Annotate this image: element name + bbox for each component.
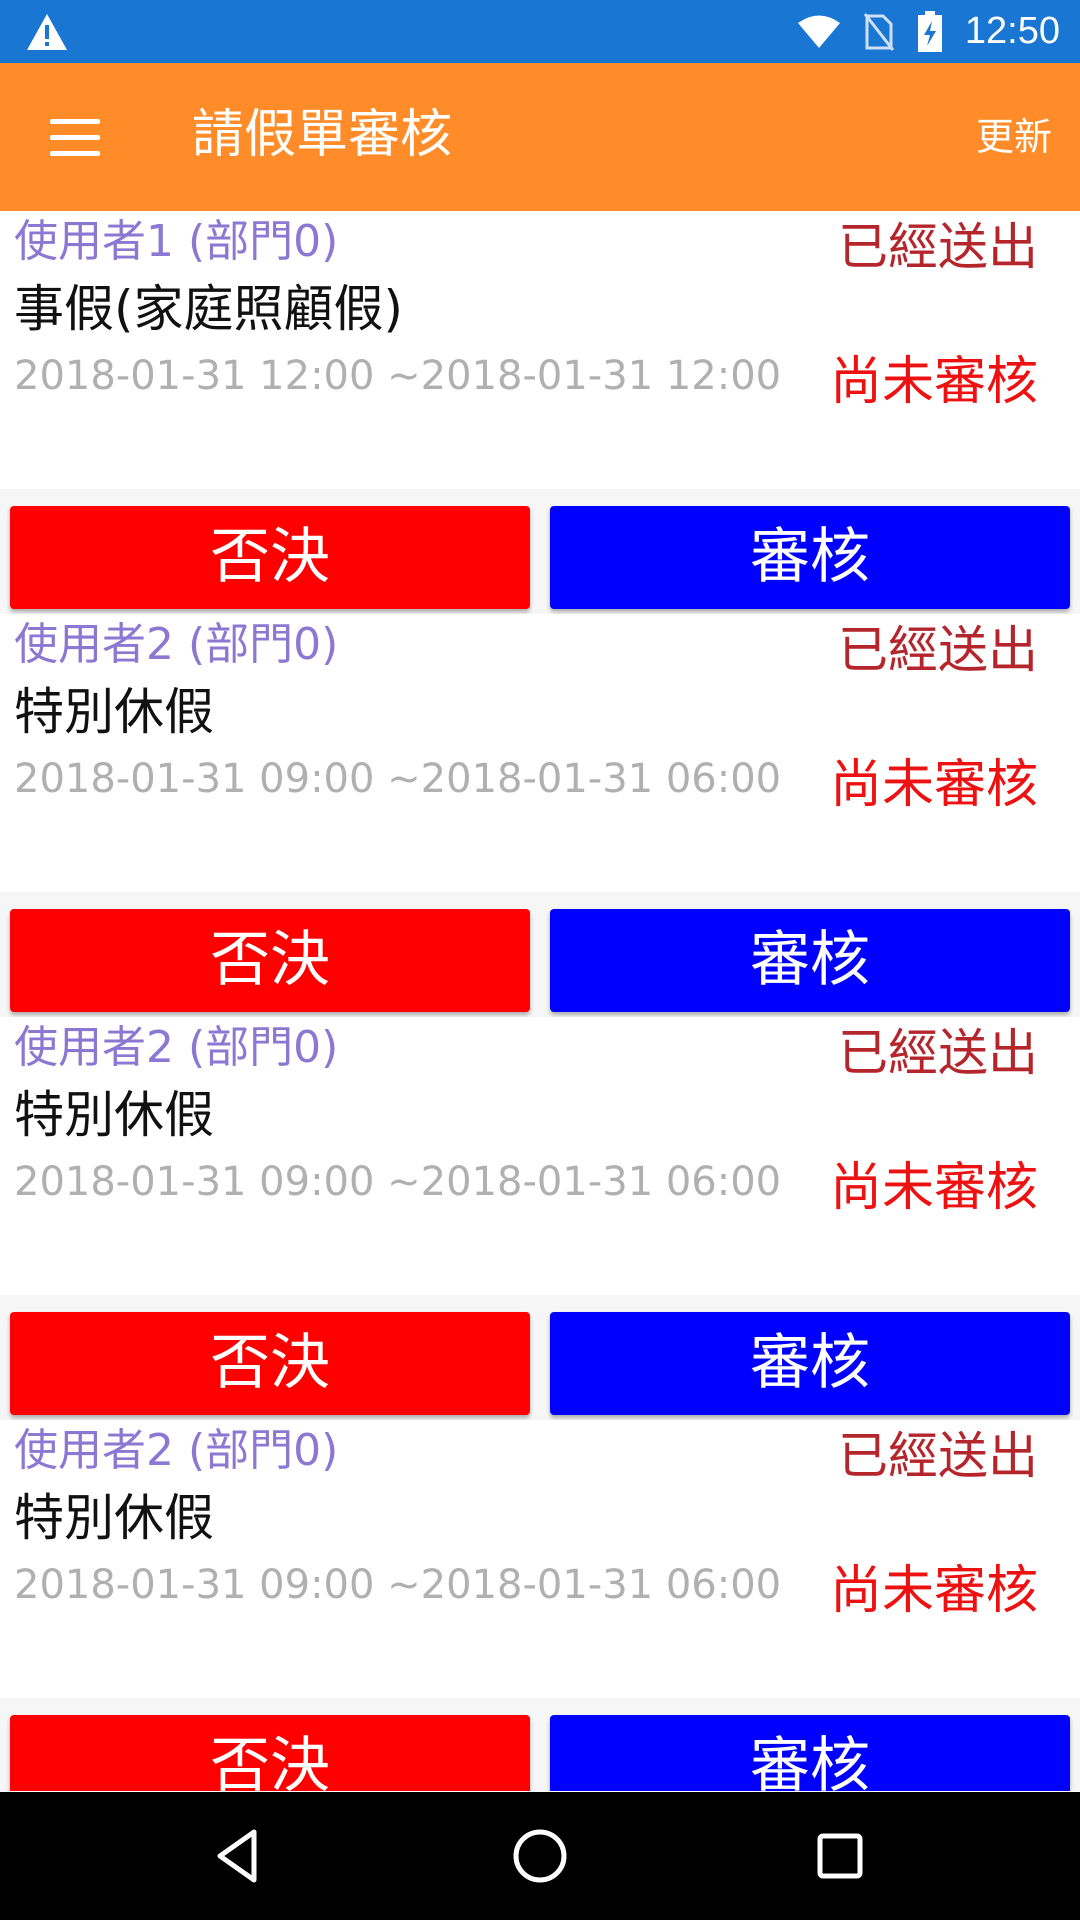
sent-status: 已經送出 <box>838 1024 1038 1082</box>
applicant-name: 使用者2 (部門0) <box>14 619 339 670</box>
date-range: 2018-01-31 09:00 ~2018-01-31 06:00 <box>14 756 782 802</box>
no-sim-icon <box>863 12 895 51</box>
review-status: 尚未審核 <box>829 755 1038 815</box>
refresh-button[interactable]: 更新 <box>976 113 1052 161</box>
review-status: 尚未審核 <box>829 1561 1038 1621</box>
leave-request-info[interactable]: 使用者2 (部門0) 已經送出 特別休假 2018-01-31 09:00 ~2… <box>0 614 1080 892</box>
sent-status: 已經送出 <box>838 218 1038 276</box>
leave-type: 特別休假 <box>14 683 214 741</box>
recents-icon[interactable] <box>808 1824 872 1888</box>
reject-button[interactable]: 否決 <box>10 909 530 1012</box>
reject-button[interactable]: 否決 <box>10 1715 530 1791</box>
review-status: 尚未審核 <box>829 1158 1038 1218</box>
date-range: 2018-01-31 09:00 ~2018-01-31 06:00 <box>14 1562 782 1608</box>
action-row: 否決 審核 <box>0 892 1080 1017</box>
sent-status: 已經送出 <box>838 1427 1038 1485</box>
page-title: 請假單審核 <box>192 105 453 165</box>
leave-request-card: 使用者1 (部門0) 已經送出 事假(家庭照顧假) 2018-01-31 12:… <box>0 211 1080 619</box>
sent-status: 已經送出 <box>838 621 1038 679</box>
reject-button[interactable]: 否決 <box>10 506 530 609</box>
warning-icon <box>27 14 67 50</box>
date-range: 2018-01-31 12:00 ~2018-01-31 12:00 <box>14 353 782 399</box>
home-icon[interactable] <box>508 1824 572 1888</box>
battery-charging-icon <box>917 10 942 52</box>
leave-type: 特別休假 <box>14 1489 214 1547</box>
applicant-name: 使用者2 (部門0) <box>14 1425 339 1476</box>
leave-request-info[interactable]: 使用者1 (部門0) 已經送出 事假(家庭照顧假) 2018-01-31 12:… <box>0 211 1080 489</box>
action-row: 否決 審核 <box>0 1295 1080 1420</box>
app-bar: 請假單審核 更新 <box>0 63 1080 211</box>
review-status: 尚未審核 <box>829 352 1038 412</box>
action-row: 否決 審核 <box>0 1698 1080 1791</box>
menu-icon[interactable] <box>40 105 112 169</box>
action-row: 否決 審核 <box>0 489 1080 614</box>
applicant-name: 使用者1 (部門0) <box>14 216 339 267</box>
approve-button[interactable]: 審核 <box>550 1715 1070 1791</box>
applicant-name: 使用者2 (部門0) <box>14 1022 339 1073</box>
leave-request-card: 使用者2 (部門0) 已經送出 特別休假 2018-01-31 09:00 ~2… <box>0 1017 1080 1425</box>
approve-button[interactable]: 審核 <box>550 506 1070 609</box>
leave-request-card: 使用者2 (部門0) 已經送出 特別休假 2018-01-31 09:00 ~2… <box>0 614 1080 1022</box>
leave-request-card: 使用者2 (部門0) 已經送出 特別休假 2018-01-31 09:00 ~2… <box>0 1420 1080 1791</box>
approve-button[interactable]: 審核 <box>550 1312 1070 1415</box>
back-icon[interactable] <box>208 1824 272 1888</box>
navigation-bar <box>0 1792 1080 1920</box>
leave-type: 特別休假 <box>14 1086 214 1144</box>
leave-request-list[interactable]: 使用者1 (部門0) 已經送出 事假(家庭照顧假) 2018-01-31 12:… <box>0 211 1080 1791</box>
leave-type: 事假(家庭照顧假) <box>14 280 404 338</box>
wifi-icon <box>797 15 840 48</box>
clock: 12:50 <box>964 10 1060 52</box>
approve-button[interactable]: 審核 <box>550 909 1070 1012</box>
reject-button[interactable]: 否決 <box>10 1312 530 1415</box>
status-bar: 12:50 <box>0 0 1080 63</box>
leave-request-info[interactable]: 使用者2 (部門0) 已經送出 特別休假 2018-01-31 09:00 ~2… <box>0 1017 1080 1295</box>
leave-request-info[interactable]: 使用者2 (部門0) 已經送出 特別休假 2018-01-31 09:00 ~2… <box>0 1420 1080 1698</box>
date-range: 2018-01-31 09:00 ~2018-01-31 06:00 <box>14 1159 782 1205</box>
